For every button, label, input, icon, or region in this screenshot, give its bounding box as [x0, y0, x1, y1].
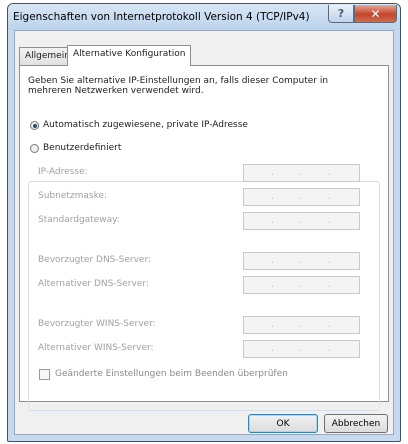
alternate-wins-label: Alternativer WINS-Server: [38, 343, 154, 353]
radio-custom[interactable] [30, 144, 39, 153]
alternate-dns-input[interactable]: . . . [243, 276, 360, 294]
radio-custom-label[interactable]: Benutzerdefiniert [43, 143, 125, 153]
close-button[interactable]: ✕ [354, 5, 397, 23]
alternate-dns-label: Alternativer DNS-Server: [38, 279, 149, 289]
cancel-button[interactable]: Abbrechen [324, 414, 388, 433]
dialog-window: Eigenschaften von Internetprotokoll Vers… [7, 3, 401, 442]
validate-settings-checkbox[interactable] [39, 369, 50, 380]
ip-address-input[interactable]: . . . [243, 164, 360, 182]
title-bar[interactable]: Eigenschaften von Internetprotokoll Vers… [8, 4, 400, 30]
description-text: Geben Sie alternative IP-Einstellungen a… [28, 76, 329, 96]
default-gateway-input[interactable]: . . . [243, 212, 360, 230]
subnet-mask-input[interactable]: . . . [243, 188, 360, 206]
ip-address-label: IP-Adresse: [38, 167, 88, 177]
window-title: Eigenschaften von Internetprotokoll Vers… [13, 11, 310, 23]
radio-auto-label[interactable]: Automatisch zugewiesene, private IP-Adre… [43, 120, 248, 130]
preferred-dns-input[interactable]: . . . [243, 252, 360, 270]
help-button[interactable]: ? [328, 5, 354, 23]
validate-settings-label[interactable]: Geänderte Einstellungen beim Beenden übe… [55, 369, 288, 379]
radio-auto-private-ip[interactable] [30, 121, 39, 130]
help-icon: ? [337, 7, 345, 20]
preferred-wins-input[interactable]: . . . [243, 316, 360, 334]
alternate-wins-input[interactable]: . . . [243, 340, 360, 358]
subnet-mask-label: Subnetzmaske: [38, 191, 108, 201]
preferred-wins-label: Bevorzugter WINS-Server: [38, 319, 156, 329]
ok-button[interactable]: OK [248, 414, 318, 433]
tab-panel: Geben Sie alternative IP-Einstellungen a… [19, 65, 389, 411]
dialog-client-area: Allgemein Alternative Konfiguration Gebe… [14, 30, 394, 435]
close-icon: ✕ [370, 6, 381, 21]
tab-alternative-konfiguration[interactable]: Alternative Konfiguration [67, 45, 192, 66]
default-gateway-label: Standardgateway: [38, 215, 120, 225]
preferred-dns-label: Bevorzugter DNS-Server: [38, 255, 152, 265]
